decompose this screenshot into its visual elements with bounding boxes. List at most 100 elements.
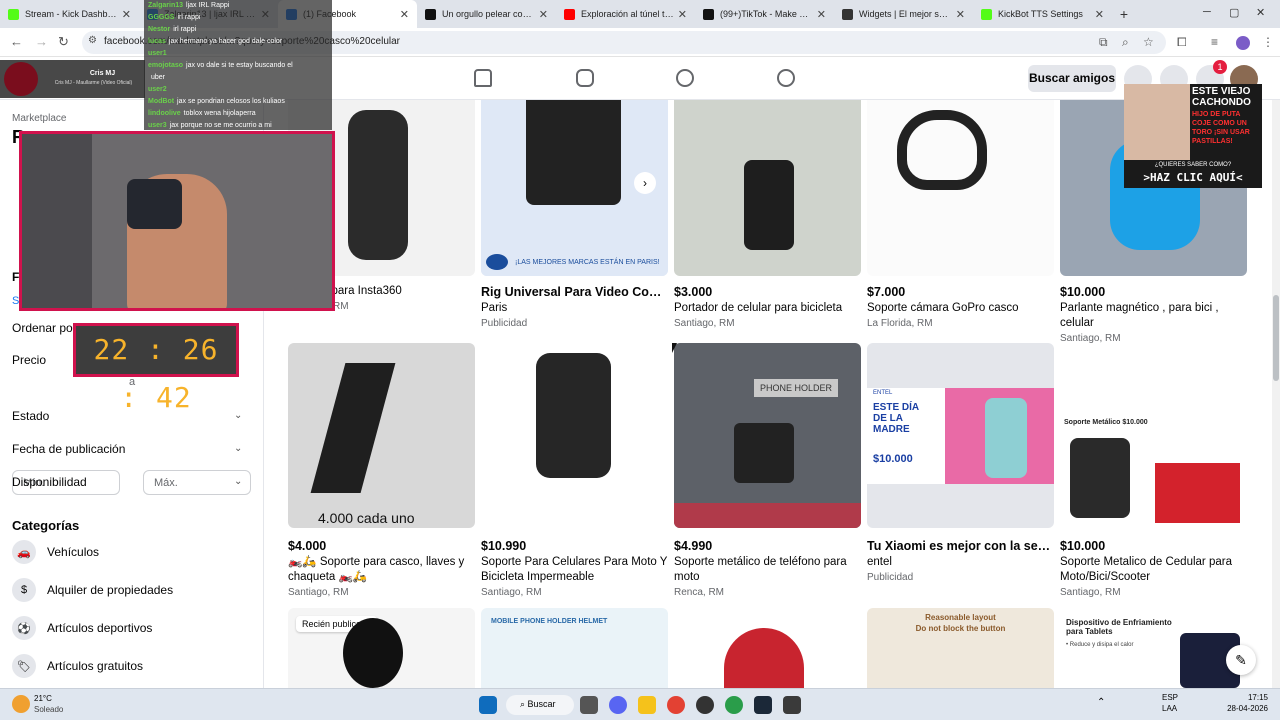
scrollbar-thumb[interactable] (1273, 295, 1279, 381)
forward-icon[interactable]: → (35, 34, 48, 49)
notification-badge: 1 (1213, 60, 1227, 74)
listing-card-ad[interactable]: ESTE DÍA DE LA MADRE $10.000 ENTEL Tu Xi… (867, 343, 1054, 583)
clock-time[interactable]: 17:15 (1220, 693, 1268, 702)
mount-shape (1155, 463, 1240, 523)
browser-tab[interactable]: Stream - Kick Dashboard ✕ (0, 0, 139, 28)
groups-icon[interactable] (676, 69, 694, 87)
tab-close-icon[interactable]: ✕ (122, 8, 131, 21)
filter-fecha[interactable]: Fecha de publicación (12, 442, 125, 456)
listing-card[interactable]: PHONE HOLDER $4.990 Soporte metálico de … (674, 343, 861, 598)
chat-user: Nestor (148, 26, 171, 33)
listing-location: Publicidad (867, 572, 914, 583)
listing-location: Publicidad (481, 318, 528, 329)
weather-icon[interactable] (12, 695, 30, 713)
image-caption: Reasonable layout (925, 613, 996, 622)
discord-icon[interactable] (609, 696, 627, 714)
tab-favicon-icon (8, 8, 19, 20)
start-icon[interactable] (479, 696, 497, 714)
zoom-icon[interactable]: ⌕ (1122, 35, 1129, 50)
clock-date[interactable]: 28-04-2026 (1220, 704, 1268, 713)
chat-text: jax hermano ya hacer god dale color (168, 38, 283, 45)
listing-card[interactable]: $7.000 Soporte cámara GoPro casco La Flo… (867, 100, 1054, 329)
tray-chevron-icon[interactable]: ⌃ (1097, 697, 1105, 708)
maximize-icon[interactable]: ▢ (1229, 6, 1239, 19)
profile-avatar[interactable] (1236, 36, 1250, 50)
minimize-icon[interactable]: ─ (1203, 6, 1211, 18)
tab-close-icon[interactable]: ✕ (400, 8, 409, 21)
chevron-down-icon[interactable]: ⌄ (234, 410, 242, 421)
home-icon[interactable] (474, 69, 492, 87)
file-explorer-icon[interactable] (638, 696, 656, 714)
stream-timer: 22 : 26 : 42 (73, 323, 239, 414)
category-gratuitos[interactable]: 🏷 Artículos gratuitos (12, 651, 143, 681)
tab-close-icon[interactable]: ✕ (956, 8, 965, 21)
listing-card[interactable]: Reasonable layout Do not block the butto… (867, 608, 1054, 688)
browser-tab[interactable]: Un orgullo pelear contigo ✕ (417, 0, 556, 28)
close-window-icon[interactable]: ✕ (1256, 6, 1265, 19)
compose-message-icon[interactable]: ✎ (1226, 645, 1256, 675)
video-icon[interactable] (576, 69, 594, 87)
carousel-next-icon[interactable]: › (634, 172, 656, 194)
listing-card[interactable]: Dispositivo de Enfriamiento para Tablets… (1060, 608, 1247, 688)
price-label: Precio (12, 353, 47, 367)
tab-close-icon[interactable]: ✕ (1095, 8, 1104, 21)
overlay-ad: ESTE VIEJO CACHONDO HIJO DE PUTA COJE CO… (1124, 84, 1262, 188)
chevron-down-icon[interactable]: ⌄ (234, 476, 242, 487)
weather-desc[interactable]: Soleado (34, 705, 63, 714)
back-icon[interactable]: ← (10, 34, 23, 49)
listing-card[interactable]: 4.000 cada uno $4.000 🏍️🛵 Soporte para c… (288, 343, 475, 598)
extensions-icon[interactable]: ⧠ (1177, 35, 1187, 50)
chat-text: jax vo dale si te estay buscando el (186, 62, 293, 69)
obs-icon[interactable] (696, 696, 714, 714)
chevron-down-icon[interactable]: ⌄ (234, 443, 242, 454)
chat-user: user2 (148, 86, 167, 93)
filter-disponibilidad[interactable]: Disponibilidad (12, 475, 87, 489)
menu-icon[interactable]: ⋮ (1262, 35, 1274, 49)
listing-card[interactable]: $3.000 Portador de celular para biciclet… (674, 100, 861, 329)
listing-card[interactable]: $10.990 Soporte Para Celulares Para Moto… (481, 343, 668, 598)
browser-tab[interactable]: (99+)TikTok - Make Your Day ✕ (695, 0, 834, 28)
language-layout[interactable]: LAA (1162, 704, 1177, 713)
filter-estado[interactable]: Estado (12, 409, 49, 423)
bookmark-star-icon[interactable]: ☆ (1143, 35, 1154, 49)
reload-icon[interactable]: ↻ (58, 34, 69, 50)
listing-card-ad[interactable]: ¡LAS MEJORES MARCAS ESTÁN EN PARIS! › Ri… (481, 100, 668, 329)
category-vehiculos[interactable]: 🚗 Vehículos (12, 537, 99, 567)
browser-tab[interactable]: KickBot TTS Settings ✕ (973, 0, 1112, 28)
media-icon[interactable]: ≡ (1211, 35, 1218, 49)
task-view-icon[interactable] (580, 696, 598, 714)
find-friends-button[interactable]: Buscar amigos (1028, 65, 1116, 92)
category-alquiler[interactable]: $ Alquiler de propiedades (12, 575, 173, 605)
chrome-active-icon[interactable] (725, 696, 743, 714)
taskbar-search[interactable]: ⌕ Buscar (506, 695, 574, 715)
browser-tab[interactable]: Widgets | El mejor software ✕ (834, 0, 973, 28)
ad-cta[interactable]: >HAZ CLIC AQUÍ< (1124, 171, 1262, 184)
language-code[interactable]: ESP (1162, 693, 1178, 702)
chrome-icon[interactable] (667, 696, 685, 714)
ad-banner: ESTE DÍA DE LA MADRE $10.000 ENTEL (867, 388, 1054, 484)
holder-shape (744, 160, 794, 250)
listing-card[interactable]: MOBILE PHONE HOLDER HELMET (481, 608, 668, 688)
listing-image (674, 100, 861, 276)
weather-temp[interactable]: 21°C (34, 694, 52, 703)
category-deportivos[interactable]: ⚽ Artículos deportivos (12, 613, 152, 643)
listing-card[interactable] (674, 608, 861, 688)
listing-card[interactable]: Soporte Metálico $10.000 $10.000 Soporte… (1060, 343, 1247, 598)
chat-message: Zalgarin13 ljax IRL Rappi (144, 0, 332, 12)
tab-close-icon[interactable]: ✕ (817, 8, 826, 21)
new-tab-button[interactable]: + (1112, 6, 1136, 22)
ad-caption: ¡LAS MEJORES MARCAS ESTÁN EN PARIS! (481, 250, 668, 276)
listing-card[interactable]: Recién publicado (288, 608, 475, 688)
tab-close-icon[interactable]: ✕ (539, 8, 548, 21)
steam-icon[interactable] (754, 696, 772, 714)
app-icon[interactable] (783, 696, 801, 714)
sort-by-label[interactable]: Ordenar por (12, 321, 77, 335)
install-icon[interactable]: ⧉ (1099, 35, 1108, 50)
gaming-icon[interactable] (777, 69, 795, 87)
tab-favicon-icon (842, 8, 853, 20)
browser-tab[interactable]: Exploración al túnel tinoc ✕ (556, 0, 695, 28)
site-info-icon[interactable]: ⚙ (88, 35, 97, 46)
page-scrollbar[interactable] (1272, 100, 1280, 688)
listing-image: Dispositivo de Enfriamiento para Tablets… (1060, 608, 1247, 688)
tab-close-icon[interactable]: ✕ (678, 8, 687, 21)
